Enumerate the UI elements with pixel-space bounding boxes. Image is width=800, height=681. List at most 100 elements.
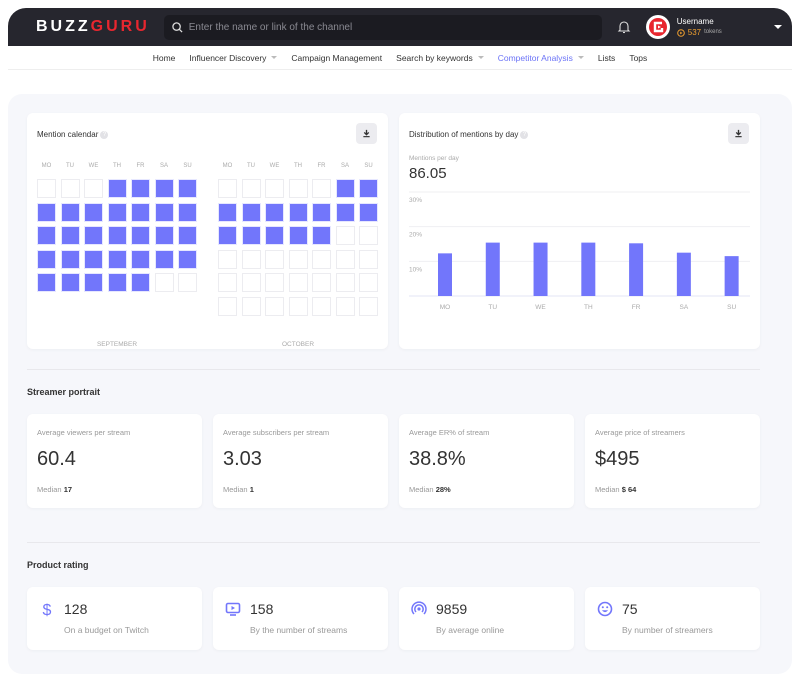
calendar-day-on[interactable] [131, 179, 150, 198]
notification-bell-icon[interactable] [616, 19, 632, 35]
calendar-day-on[interactable] [131, 202, 150, 222]
calendar-day-off[interactable] [288, 179, 308, 198]
calendar-day-on[interactable] [178, 226, 197, 245]
calendar-day-on[interactable] [37, 202, 56, 222]
calendar-day-on[interactable] [131, 249, 150, 269]
calendar-day-on[interactable] [241, 202, 261, 222]
calendar-day-future[interactable] [359, 273, 378, 292]
nav-item-home[interactable]: Home [153, 53, 176, 63]
calendar-day-future[interactable] [265, 249, 284, 269]
calendar-day-future[interactable] [335, 226, 355, 245]
calendar-day-future[interactable] [335, 249, 355, 269]
calendar-day-off[interactable] [84, 179, 103, 198]
calendar-day-on[interactable] [154, 202, 174, 222]
calendar-day-on[interactable] [178, 202, 197, 222]
calendar-day-off[interactable] [241, 296, 261, 316]
calendar-day-off[interactable] [312, 179, 331, 198]
calendar-day-on[interactable] [154, 226, 174, 245]
calendar-day-on[interactable] [335, 202, 355, 222]
calendar-day-on[interactable] [60, 202, 80, 222]
calendar-day-on[interactable] [218, 226, 237, 245]
calendar-day-future[interactable] [241, 249, 261, 269]
calendar-day-off[interactable] [312, 296, 331, 316]
bar-tu[interactable] [485, 242, 500, 296]
calendar-day-on[interactable] [37, 249, 56, 269]
calendar-day-off[interactable] [218, 179, 237, 198]
user-menu-chevron-down-icon[interactable] [773, 25, 782, 29]
calendar-day-future[interactable] [241, 273, 261, 292]
help-icon[interactable]: ? [520, 130, 529, 139]
calendar-day-on[interactable] [84, 273, 103, 292]
calendar-day-on[interactable] [178, 179, 197, 198]
calendar-day-off[interactable] [241, 179, 261, 198]
calendar-day-future[interactable] [218, 296, 237, 316]
calendar-day-off[interactable] [359, 296, 378, 316]
download-distribution-button[interactable] [728, 123, 749, 144]
channel-search[interactable] [163, 14, 602, 40]
bar-sa[interactable] [676, 252, 691, 296]
bar-su[interactable] [724, 256, 739, 296]
calendar-day-future[interactable] [312, 273, 331, 292]
user-avatar[interactable] [645, 15, 670, 39]
calendar-day-on[interactable] [107, 202, 127, 222]
calendar-day-on[interactable] [131, 226, 150, 245]
calendar-day-on[interactable] [288, 202, 308, 222]
calendar-day-off[interactable] [37, 179, 56, 198]
calendar-day-future[interactable] [288, 273, 308, 292]
calendar-day-off[interactable] [265, 179, 284, 198]
calendar-day-on[interactable] [312, 202, 331, 222]
search-input[interactable] [188, 21, 589, 33]
calendar-day-on[interactable] [312, 226, 331, 245]
calendar-day-on[interactable] [335, 179, 355, 198]
calendar-day-off[interactable] [154, 273, 174, 292]
calendar-day-on[interactable] [218, 202, 237, 222]
bar-we[interactable] [533, 242, 548, 296]
calendar-day-on[interactable] [288, 226, 308, 245]
bar-fr[interactable] [629, 243, 644, 296]
calendar-day-future[interactable] [312, 249, 331, 269]
nav-item-campaign-management[interactable]: Campaign Management [291, 53, 382, 63]
calendar-day-off[interactable] [60, 179, 80, 198]
calendar-day-on[interactable] [359, 179, 378, 198]
calendar-day-off[interactable] [288, 296, 308, 316]
calendar-day-future[interactable] [218, 273, 237, 292]
calendar-day-on[interactable] [154, 179, 174, 198]
nav-item-tops[interactable]: Tops [629, 53, 647, 63]
nav-item-influencer-discovery[interactable]: Influencer Discovery [189, 53, 278, 63]
calendar-day-future[interactable] [288, 249, 308, 269]
nav-item-lists[interactable]: Lists [598, 53, 615, 63]
buzzguru-logo[interactable]: BUZZ GURU [36, 18, 150, 36]
bar-th[interactable] [581, 242, 596, 296]
download-calendar-button[interactable] [356, 123, 377, 144]
calendar-day-future[interactable] [335, 273, 355, 292]
bar-mo[interactable] [438, 253, 452, 296]
calendar-day-on[interactable] [84, 249, 103, 269]
calendar-day-on[interactable] [241, 226, 261, 245]
calendar-day-on[interactable] [131, 273, 150, 292]
calendar-day-on[interactable] [265, 202, 284, 222]
calendar-day-on[interactable] [107, 249, 127, 269]
calendar-day-off[interactable] [265, 296, 284, 316]
calendar-day-on[interactable] [265, 226, 284, 245]
calendar-day-on[interactable] [107, 273, 127, 292]
calendar-day-future[interactable] [359, 249, 378, 269]
calendar-day-on[interactable] [359, 202, 378, 222]
calendar-day-off[interactable] [178, 273, 197, 292]
calendar-day-on[interactable] [37, 226, 56, 245]
calendar-day-on[interactable] [60, 226, 80, 245]
calendar-day-future[interactable] [359, 226, 378, 245]
nav-item-competitor-analysis[interactable]: Competitor Analysis [498, 53, 584, 63]
calendar-day-future[interactable] [265, 273, 284, 292]
calendar-day-future[interactable] [218, 249, 237, 269]
calendar-day-on[interactable] [178, 249, 197, 269]
calendar-day-on[interactable] [154, 249, 174, 269]
calendar-day-on[interactable] [60, 249, 80, 269]
user-menu[interactable]: Username 537 tokens [645, 15, 782, 39]
calendar-day-on[interactable] [60, 273, 80, 292]
calendar-day-on[interactable] [107, 226, 127, 245]
help-icon[interactable]: ? [100, 130, 109, 139]
calendar-day-off[interactable] [335, 296, 355, 316]
calendar-day-on[interactable] [84, 226, 103, 245]
calendar-day-on[interactable] [84, 202, 103, 222]
nav-item-search-by-keywords[interactable]: Search by keywords [396, 53, 484, 63]
